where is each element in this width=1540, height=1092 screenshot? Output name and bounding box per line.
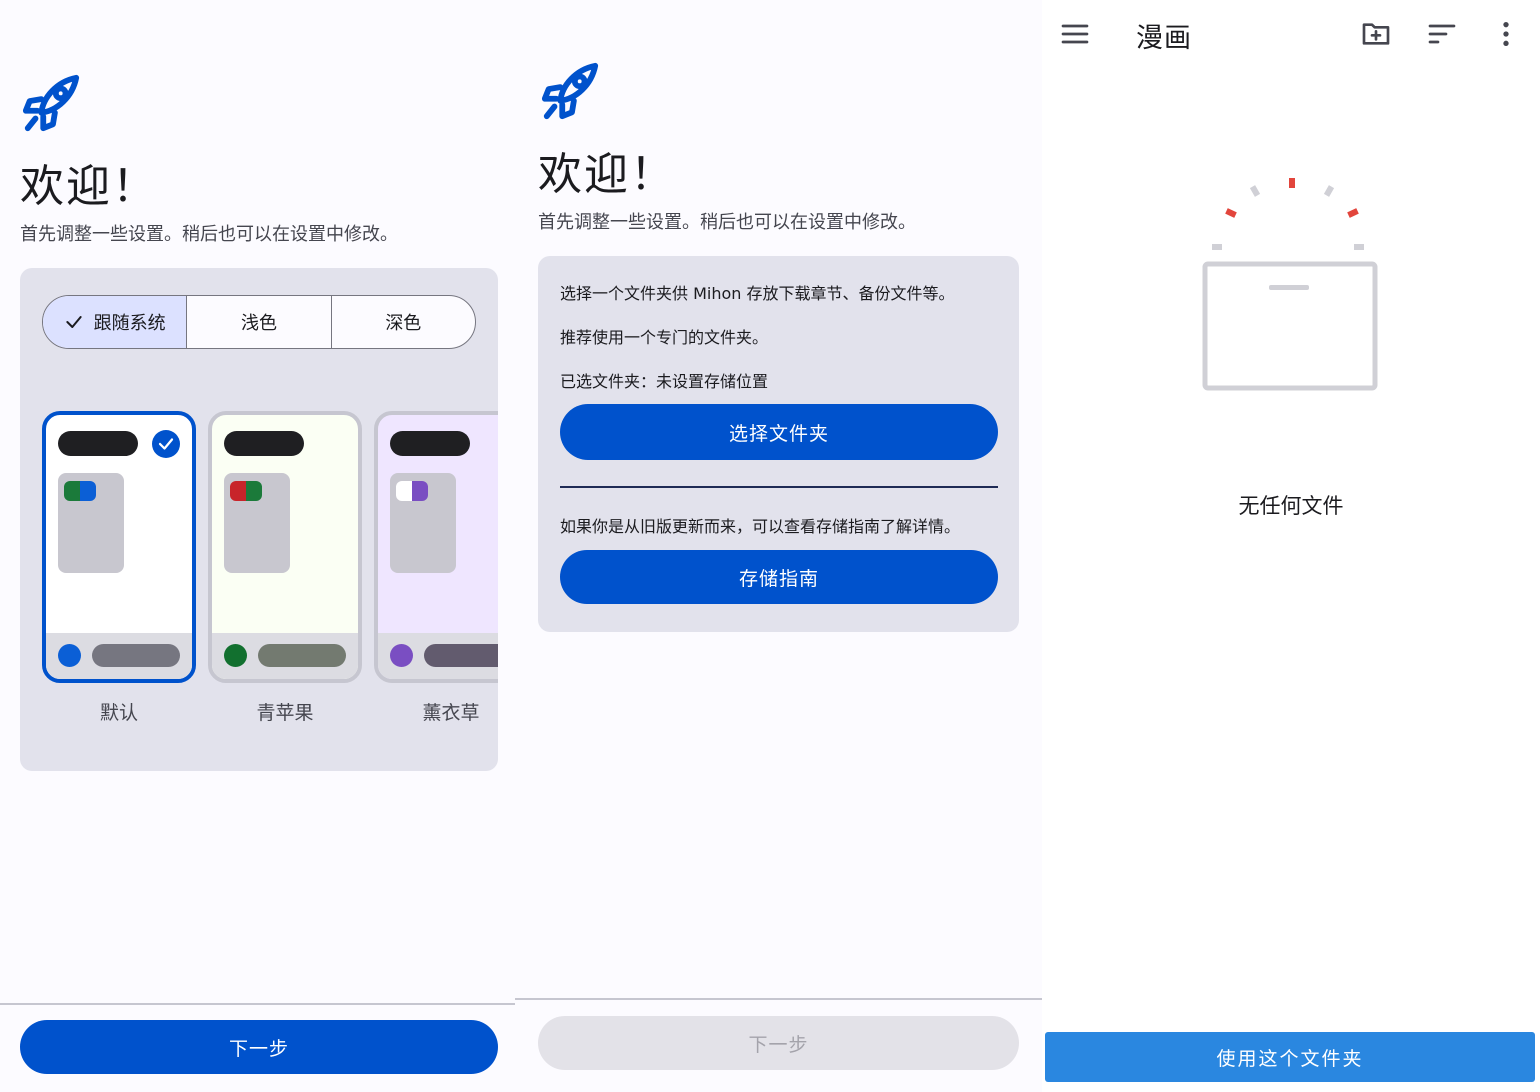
selected-check-icon [152,430,180,458]
welcome-storage-panel: 欢迎！ 首先调整一些设置。稍后也可以在设置中修改。 选择一个文件夹供 Mihon… [515,0,1042,1092]
bottom-divider [0,1003,515,1005]
theme-label: 薰衣草 [422,702,480,724]
preview-dot [224,644,247,667]
toolbar-title: 漫画 [1136,23,1192,54]
preview-top-bar [390,431,470,456]
theme-label: 青苹果 [256,702,314,724]
legacy-info-text: 如果你是从旧版更新而来，可以查看存储指南了解详情。 [560,517,961,536]
theme-mode-system[interactable]: 跟随系统 [43,296,188,348]
page-subtitle: 首先调整一些设置。稍后也可以在设置中修改。 [20,224,398,245]
preview-pill [258,644,346,667]
more-vert-icon[interactable] [1490,18,1522,50]
page-subtitle: 首先调整一些设置。稍后也可以在设置中修改。 [538,212,916,233]
next-button[interactable]: 下一步 [538,1016,1019,1070]
folder-picker-panel: 漫画 无任何文件 使用这个文件夹 [1042,0,1540,1092]
storage-guide-button[interactable]: 存储指南 [560,550,998,604]
empty-state-text: 无任何文件 [1238,494,1344,518]
theme-preview-lavender[interactable] [374,411,498,683]
preview-bottom-bar [212,633,358,679]
preview-color-chip [230,481,262,501]
storage-card: 选择一个文件夹供 Mihon 存放下载章节、备份文件等。 推荐使用一个专门的文件… [538,256,1019,632]
welcome-theme-panel: 欢迎！ 首先调整一些设置。稍后也可以在设置中修改。 跟随系统 浅色 深色 默认 … [0,0,515,1092]
menu-icon[interactable] [1059,18,1091,50]
preview-color-chip [64,481,96,501]
selected-folder-text: 已选文件夹：未设置存储位置 [560,372,769,391]
theme-preview-default[interactable] [42,411,196,683]
storage-description: 选择一个文件夹供 Mihon 存放下载章节、备份文件等。 [560,284,955,303]
sort-icon[interactable] [1426,18,1458,50]
use-this-folder-button[interactable]: 使用这个文件夹 [1045,1032,1535,1082]
preview-top-bar [58,431,138,456]
next-button[interactable]: 下一步 [20,1020,498,1074]
rocket-icon [539,60,601,122]
preview-tile [390,473,456,573]
preview-dot [58,644,81,667]
theme-preview-green-apple[interactable] [208,411,362,683]
new-folder-icon[interactable] [1360,18,1392,50]
choose-folder-button[interactable]: 选择文件夹 [560,404,998,460]
page-title: 欢迎！ [538,149,676,200]
preview-bottom-bar [378,633,498,679]
theme-mode-dark[interactable]: 深色 [332,296,475,348]
preview-bottom-bar [46,633,192,679]
preview-tile [58,473,124,573]
theme-mode-label: 浅色 [240,313,277,334]
empty-folder-icon [1192,170,1392,400]
theme-mode-segmented-control: 跟随系统 浅色 深色 [42,295,476,349]
check-icon [65,316,82,328]
preview-pill [92,644,180,667]
card-divider [560,486,998,488]
top-app-bar: 漫画 [1042,0,1540,70]
page-title: 欢迎！ [20,161,158,212]
theme-settings-card: 跟随系统 浅色 深色 默认 青苹果 薰衣草 [20,268,498,771]
preview-color-chip [396,481,428,501]
storage-recommendation: 推荐使用一个专门的文件夹。 [560,328,769,347]
theme-mode-label: 跟随系统 [93,313,166,334]
theme-mode-light[interactable]: 浅色 [187,296,332,348]
preview-dot [390,644,413,667]
preview-tile [224,473,290,573]
theme-mode-label: 深色 [385,313,422,334]
theme-label: 默认 [99,702,138,724]
rocket-icon [20,72,82,134]
preview-top-bar [224,431,304,456]
bottom-divider [515,998,1042,1000]
preview-pill [424,644,498,667]
